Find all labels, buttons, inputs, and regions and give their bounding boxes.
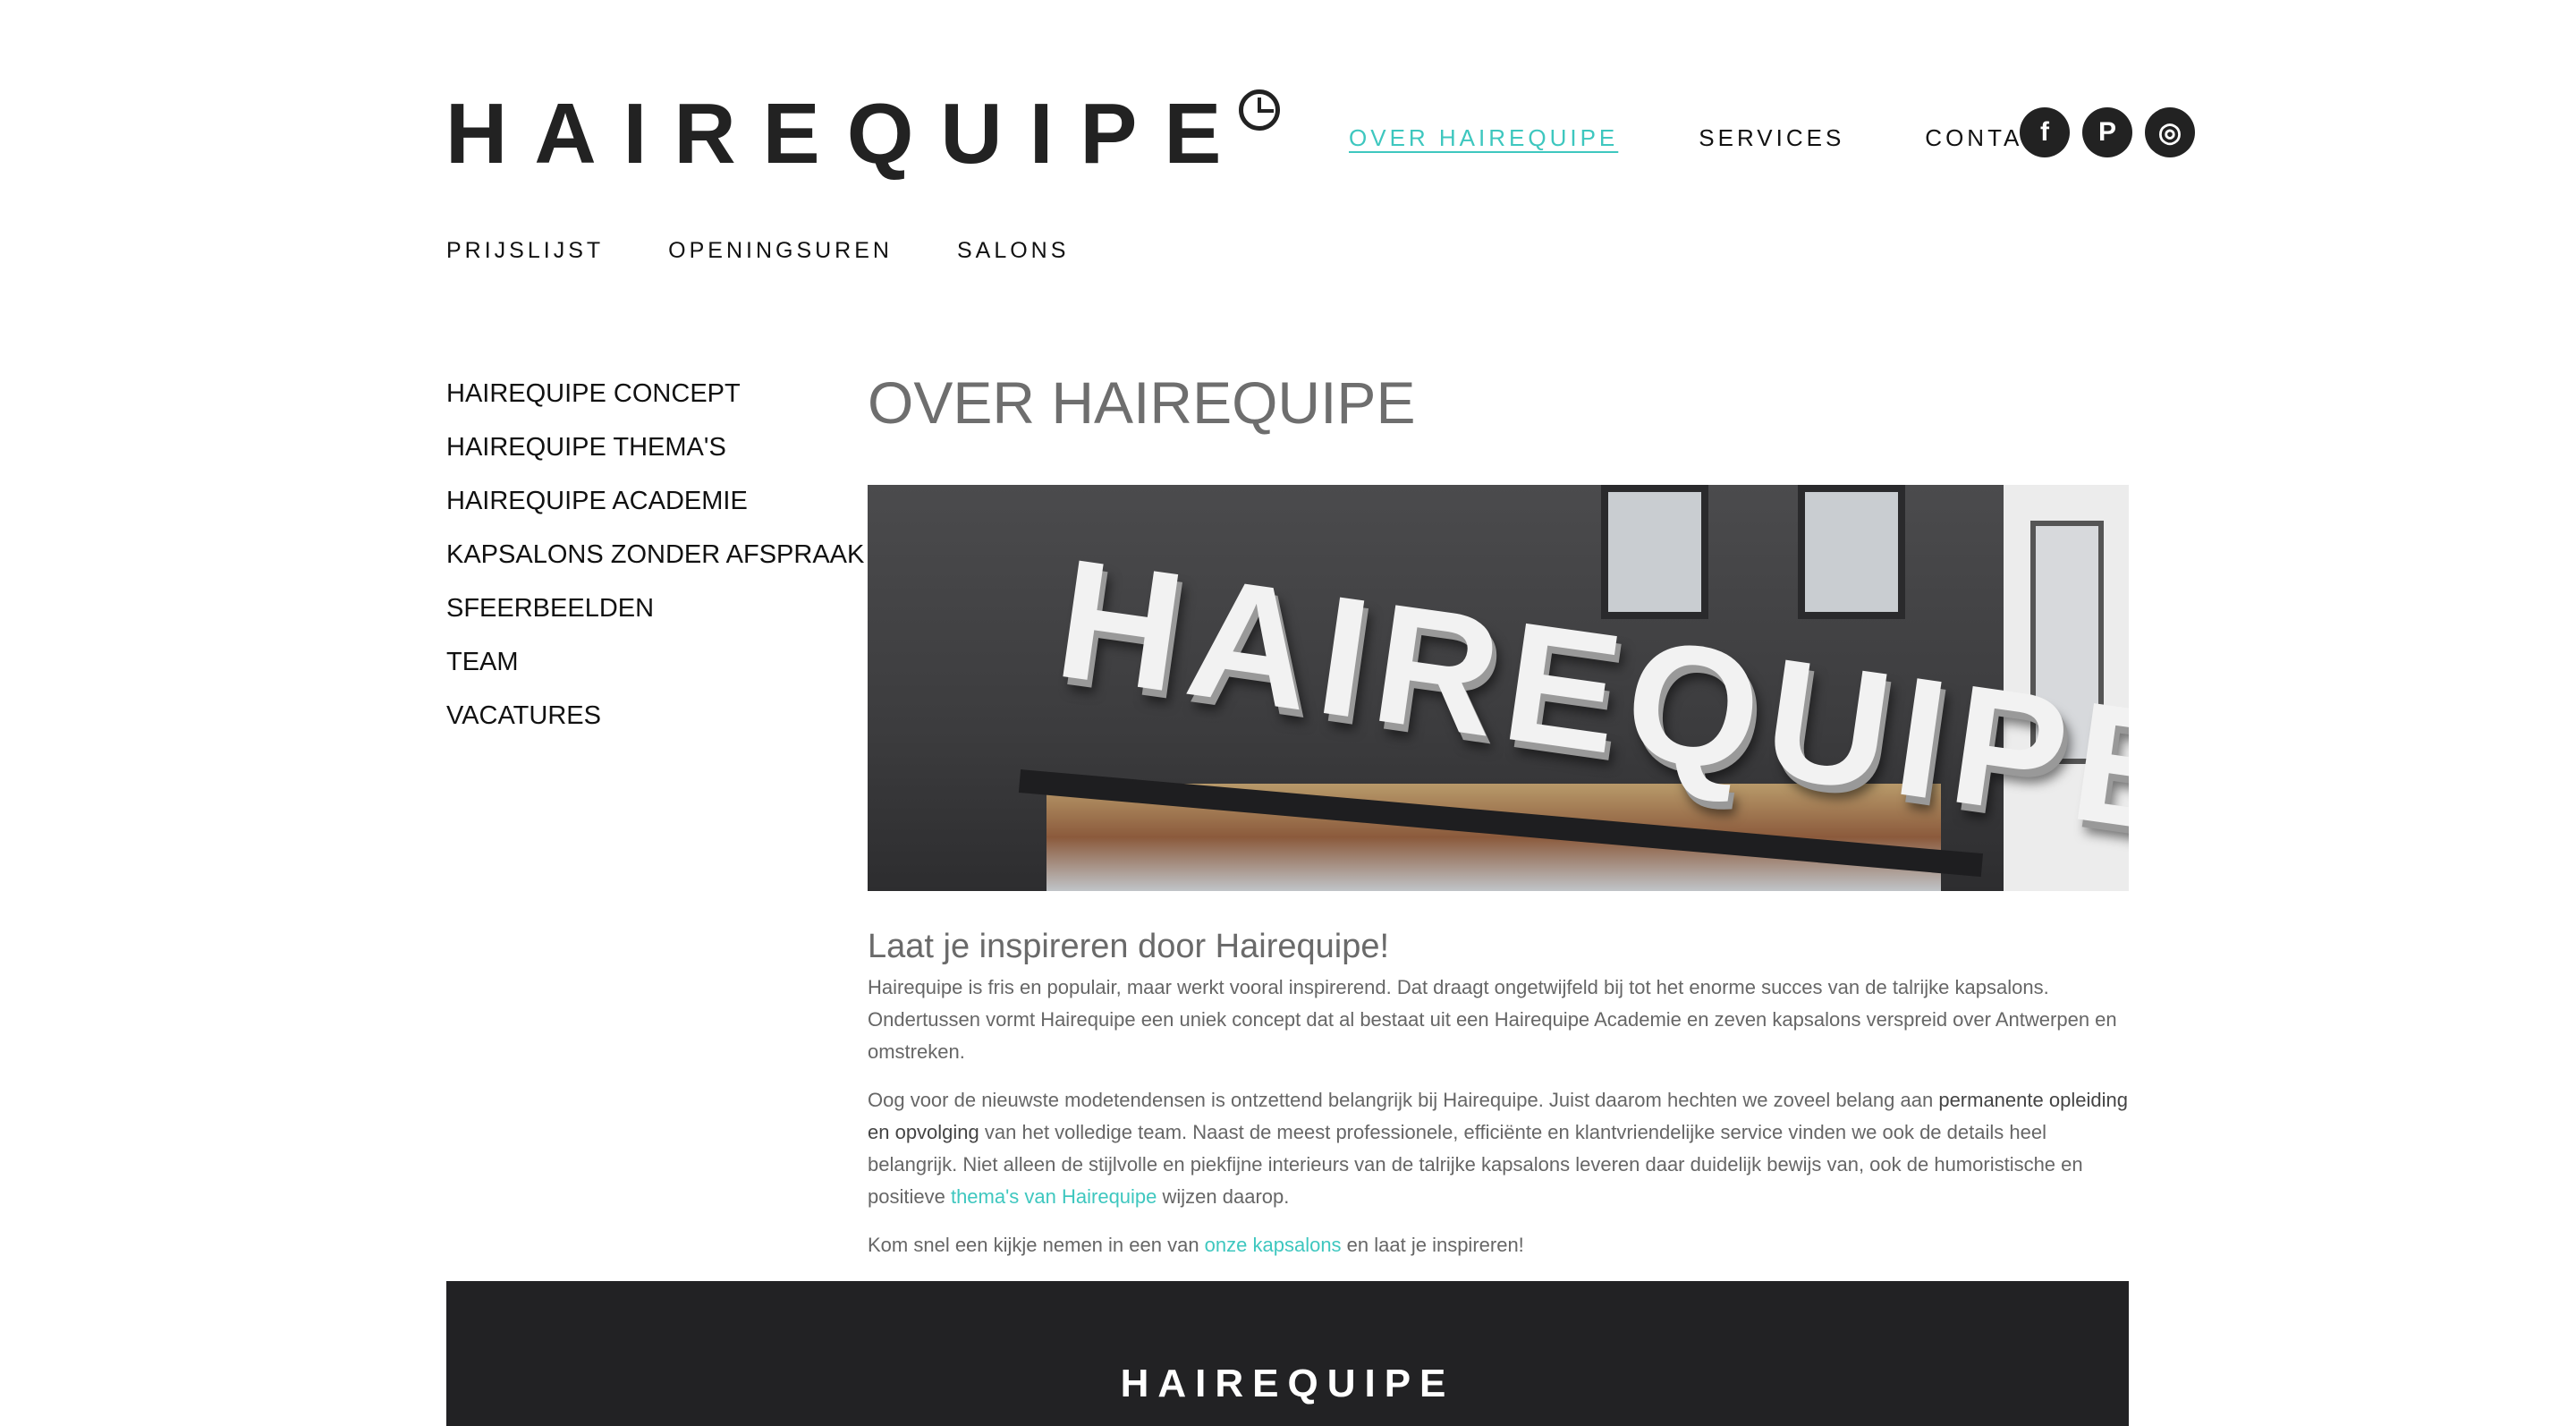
sidebar-item-team[interactable]: TEAM [446, 635, 864, 689]
nav-over-hairequipe[interactable]: OVER HAIREQUIPE [1349, 122, 1618, 154]
main-content: OVER HAIREQUIPE HAIREQUIPE Laat je inspi… [868, 358, 2129, 1261]
paragraph-text: Oog voor de nieuwste modetendensen is on… [868, 1089, 1939, 1111]
paragraph-intro: Hairequipe is fris en populair, maar wer… [868, 976, 2117, 1063]
main-nav: OVER HAIREQUIPE SERVICES CONTACT [1349, 122, 2061, 154]
hero-window [1798, 485, 1905, 619]
site-logo[interactable]: HAIREQUIPE [445, 84, 1281, 182]
page-title: OVER HAIREQUIPE [868, 369, 1416, 436]
instagram-icon[interactable]: ◎ [2145, 107, 2195, 157]
subnav-salons[interactable]: SALONS [957, 238, 1069, 264]
sidebar-item-themas[interactable]: HAIREQUIPE THEMA'S [446, 420, 864, 474]
sidebar-item-concept[interactable]: HAIREQUIPE CONCEPT [446, 367, 864, 420]
facebook-icon[interactable]: f [2020, 107, 2070, 157]
sidebar-item-kapsalons-zonder-afspraak[interactable]: KAPSALONS ZONDER AFSPRAAK [446, 528, 864, 581]
link-kapsalons[interactable]: onze kapsalons [1205, 1234, 1342, 1256]
paragraph-text: Kom snel een kijkje nemen in een van [868, 1234, 1205, 1256]
logo-text: HAIREQUIPE [445, 86, 1249, 182]
intro-heading: Laat je inspireren door Hairequipe! [868, 928, 1390, 965]
paragraph-text: wijzen daarop. [1157, 1185, 1290, 1208]
subnav-openingsuren[interactable]: OPENINGSUREN [668, 238, 893, 264]
hero-image: HAIREQUIPE [868, 485, 2129, 891]
link-themas[interactable]: thema's van Hairequipe [951, 1185, 1157, 1208]
social-links: f P ◎ [2020, 107, 2195, 157]
footer-logo[interactable]: HAIREQUIPE [446, 1362, 2129, 1406]
paragraph-cta: Kom snel een kijkje nemen in een van onz… [868, 1229, 2129, 1261]
paragraph-text: en laat je inspireren! [1341, 1234, 1524, 1256]
sidebar-item-academie[interactable]: HAIREQUIPE ACADEMIE [446, 474, 864, 528]
sidebar-item-vacatures[interactable]: VACATURES [446, 689, 864, 743]
nav-services[interactable]: SERVICES [1699, 122, 1844, 154]
sub-nav: PRIJSLIJST OPENINGSUREN SALONS [446, 238, 1069, 264]
clock-icon [1239, 89, 1281, 131]
pinterest-icon[interactable]: P [2082, 107, 2132, 157]
subnav-prijslijst[interactable]: PRIJSLIJST [446, 238, 604, 264]
sidebar: HAIREQUIPE CONCEPT HAIREQUIPE THEMA'S HA… [446, 367, 864, 743]
paragraph-training: Oog voor de nieuwste modetendensen is on… [868, 1084, 2129, 1213]
footer-banner: HAIREQUIPE [446, 1281, 2129, 1426]
sidebar-item-sfeerbeelden[interactable]: SFEERBEELDEN [446, 581, 864, 635]
